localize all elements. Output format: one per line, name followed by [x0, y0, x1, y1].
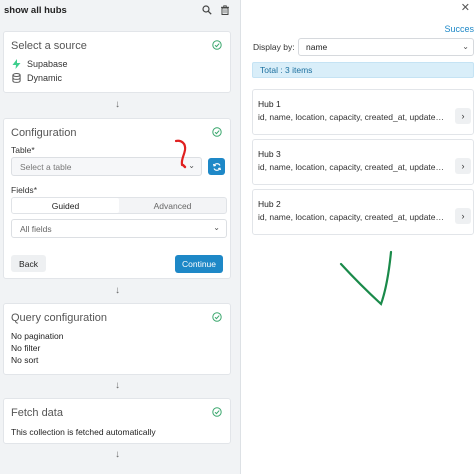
down-arrow-icon: ↓ — [115, 449, 120, 460]
refresh-icon — [212, 162, 221, 171]
success-label: Succes — [444, 24, 474, 34]
database-icon — [12, 73, 21, 83]
chevron-right-icon[interactable]: › — [455, 208, 471, 224]
chevron-down-icon: ⌄ — [188, 161, 195, 170]
query-line-filter: No filter — [11, 343, 41, 353]
table-label: Table* — [11, 145, 35, 155]
fields-select[interactable]: All fields ⌄ — [11, 219, 227, 238]
configuration-card-title: Configuration — [11, 127, 77, 139]
down-arrow-icon: ↓ — [115, 285, 120, 296]
hub-name: Hub 3 — [258, 149, 281, 159]
list-item[interactable]: Hub 1 id, name, location, capacity, crea… — [252, 89, 474, 135]
chevron-down-icon: ⌄ — [213, 223, 220, 232]
top-bar: show all hubs — [0, 0, 240, 20]
fields-mode-toggle: Guided Advanced — [11, 197, 227, 214]
check-circle-icon — [212, 40, 222, 50]
down-arrow-icon: ↓ — [115, 380, 120, 391]
display-by-value: name — [306, 42, 328, 52]
table-select[interactable]: Select a table ⌄ — [11, 157, 202, 176]
fetch-card-title: Fetch data — [11, 407, 63, 419]
source-item-dynamic: Dynamic — [12, 73, 62, 83]
down-arrow-icon: ↓ — [115, 99, 120, 110]
page-title: show all hubs — [4, 4, 67, 16]
trash-icon[interactable] — [220, 5, 230, 15]
hub-name: Hub 1 — [258, 99, 281, 109]
list-item[interactable]: Hub 2 id, name, location, capacity, crea… — [252, 189, 474, 235]
table-select-placeholder: Select a table — [20, 161, 72, 172]
chevron-right-icon[interactable]: › — [455, 158, 471, 174]
hub-fields: id, name, location, capacity, created_at… — [258, 212, 448, 222]
hub-fields: id, name, location, capacity, created_at… — [258, 112, 448, 122]
query-configuration-card[interactable]: Query configuration No pagination No fil… — [3, 303, 231, 375]
fetch-card-text: This collection is fetched automatically — [11, 427, 156, 437]
check-circle-icon — [212, 312, 222, 322]
search-icon[interactable] — [202, 5, 212, 15]
display-by-select[interactable]: name ⌄ — [298, 38, 474, 56]
source-item-supabase: Supabase — [12, 59, 68, 69]
source-card[interactable]: Select a source Supabase Dynamic — [3, 31, 231, 93]
refresh-button[interactable] — [208, 158, 225, 175]
hub-fields: id, name, location, capacity, created_at… — [258, 162, 448, 172]
chevron-down-icon: ⌄ — [462, 42, 469, 51]
query-line-pagination: No pagination — [11, 331, 64, 341]
fields-label: Fields* — [11, 185, 37, 195]
supabase-bolt-icon — [12, 59, 21, 69]
close-icon[interactable]: ✕ — [461, 1, 470, 14]
source-card-title: Select a source — [11, 40, 87, 52]
preview-panel: ✕ Succes Display by: name ⌄ Total : 3 it… — [242, 0, 474, 474]
left-panel: show all hubs Select a source Supabase D… — [0, 0, 241, 474]
source-item-label: Supabase — [27, 59, 68, 69]
query-line-sort: No sort — [11, 355, 39, 365]
fetch-data-card[interactable]: Fetch data This collection is fetched au… — [3, 398, 231, 444]
configuration-card: Configuration Table* Select a table ⌄ Fi… — [3, 118, 231, 279]
display-by-label: Display by: — [253, 42, 295, 52]
total-items-banner: Total : 3 items — [252, 62, 474, 78]
tab-advanced[interactable]: Advanced — [119, 198, 226, 213]
tab-guided[interactable]: Guided — [12, 198, 119, 213]
source-item-label: Dynamic — [27, 73, 63, 83]
chevron-right-icon[interactable]: › — [455, 108, 471, 124]
list-item[interactable]: Hub 3 id, name, location, capacity, crea… — [252, 139, 474, 185]
query-card-title: Query configuration — [11, 312, 107, 324]
back-button[interactable]: Back — [11, 255, 46, 272]
hub-name: Hub 2 — [258, 199, 281, 209]
check-circle-icon — [212, 127, 222, 137]
continue-button[interactable]: Continue — [175, 255, 223, 273]
check-circle-icon — [212, 407, 222, 417]
fields-select-value: All fields — [20, 223, 52, 234]
